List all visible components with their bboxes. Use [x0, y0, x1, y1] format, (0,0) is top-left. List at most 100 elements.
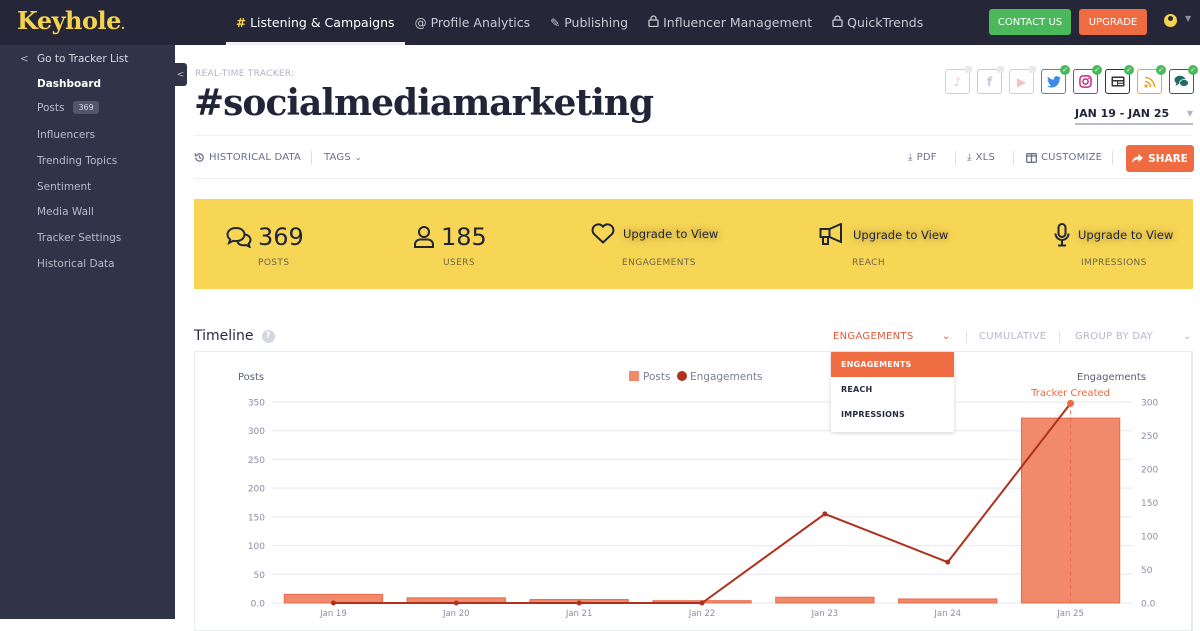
metric-selector[interactable]: ENGAGEMENTS	[833, 331, 913, 342]
chevron-down-icon[interactable]: ⌄	[1183, 331, 1191, 342]
sidebar-item-historical-data[interactable]: Historical Data	[37, 258, 115, 270]
toolbar-separator	[1013, 151, 1014, 165]
microphone-icon	[1054, 223, 1070, 247]
header-divider	[194, 135, 1192, 136]
youtube-icon: ▶	[1016, 74, 1027, 89]
sidebar-item-influencers[interactable]: Influencers	[37, 129, 95, 141]
dropdown-option-engagements[interactable]: ENGAGEMENTS	[831, 352, 954, 377]
tiktok-icon: ♪	[953, 74, 962, 89]
sidebar: < Go to Tracker List Dashboard Posts 369 …	[0, 45, 175, 619]
nav-quicktrends[interactable]: QuickTrends	[822, 0, 933, 45]
control-separator	[1059, 331, 1060, 343]
nav-profile-analytics[interactable]: @ Profile Analytics	[405, 0, 541, 45]
impressions-stat-label: IMPRESSIONS	[1081, 258, 1147, 268]
instagram-icon	[1079, 75, 1092, 88]
engagements-upgrade-text[interactable]: Upgrade to View	[623, 227, 718, 241]
customize-button[interactable]: CUSTOMIZE	[1026, 152, 1102, 163]
group-by-selector[interactable]: GROUP BY DAY	[1075, 331, 1153, 342]
pdf-export-button[interactable]: ⤓ PDF	[908, 152, 937, 163]
share-icon	[1132, 154, 1144, 163]
enabled-check-icon: ✓	[1124, 65, 1134, 75]
rss-network-toggle[interactable]: ✓	[1137, 65, 1166, 94]
top-nav-bar: Keyhole. # Listening & Campaigns @ Profi…	[0, 0, 1200, 45]
cumulative-toggle[interactable]: CUMULATIVE	[979, 331, 1046, 342]
facebook-icon: f	[986, 74, 993, 89]
tags-label: TAGS	[324, 152, 351, 163]
xls-label: XLS	[975, 152, 995, 163]
chevron-left-icon: <	[20, 53, 29, 65]
date-range-selector[interactable]: JAN 19 - JAN 25 ▼	[1075, 103, 1193, 125]
go-to-tracker-list-link[interactable]: < Go to Tracker List	[20, 53, 128, 65]
sidebar-item-tracker-settings[interactable]: Tracker Settings	[37, 232, 121, 244]
dropdown-option-impressions[interactable]: IMPRESSIONS	[831, 402, 954, 427]
reach-upgrade-text[interactable]: Upgrade to View	[853, 228, 948, 242]
sidebar-item-label: Trending Topics	[37, 155, 118, 167]
nav-label: Profile Analytics	[430, 15, 531, 30]
tiktok-network-toggle[interactable]: ♪	[945, 66, 972, 94]
forums-icon	[1174, 75, 1189, 87]
pdf-label: PDF	[916, 152, 937, 163]
share-button[interactable]: SHARE	[1126, 145, 1194, 172]
historical-data-label: HISTORICAL DATA	[209, 152, 302, 163]
timeline-title: Timeline	[194, 328, 254, 344]
users-count-value: 185	[441, 223, 487, 251]
sidebar-item-label: Historical Data	[37, 258, 115, 270]
user-menu-caret-icon[interactable]: ▼	[1185, 14, 1191, 23]
control-separator	[966, 331, 967, 343]
dropdown-option-reach[interactable]: REACH	[831, 377, 954, 402]
tracker-type-label: REAL-TIME TRACKER:	[195, 69, 295, 79]
toolbar-separator	[1112, 151, 1113, 165]
tags-dropdown[interactable]: TAGS ⌄	[324, 152, 362, 163]
historical-data-button[interactable]: HISTORICAL DATA	[194, 152, 301, 163]
rss-icon	[1143, 76, 1155, 88]
nav-influencer-management[interactable]: Influencer Management	[638, 0, 822, 45]
youtube-network-toggle[interactable]: ▶	[1009, 66, 1036, 94]
forums-network-toggle[interactable]: ✓	[1169, 65, 1198, 94]
date-range-value: JAN 19 - JAN 25	[1075, 106, 1170, 120]
posts-count-value: 369	[258, 223, 304, 251]
help-icon[interactable]: ?	[261, 329, 275, 343]
stats-summary-bar: 369 POSTS 185 USERS Upgrade to View ENGA…	[194, 199, 1193, 289]
contact-us-button[interactable]: CONTACT US	[989, 9, 1071, 35]
sidebar-item-posts[interactable]: Posts 369	[37, 101, 99, 114]
impressions-upgrade-text[interactable]: Upgrade to View	[1078, 228, 1173, 242]
columns-icon	[1026, 152, 1037, 163]
sidebar-item-dashboard[interactable]: Dashboard	[37, 78, 101, 90]
nav-label: Listening & Campaigns	[250, 15, 395, 30]
keyhole-logo[interactable]: Keyhole.	[17, 6, 125, 35]
timeline-chart-container	[194, 351, 1193, 631]
toolbar-separator	[311, 151, 312, 165]
news-icon	[1111, 76, 1124, 87]
nav-publishing[interactable]: ✎ Publishing	[540, 0, 638, 45]
instagram-network-toggle[interactable]: ✓	[1073, 65, 1102, 94]
enabled-check-icon: ✓	[1188, 65, 1198, 75]
lock-icon	[965, 66, 972, 73]
nav-label: Influencer Management	[663, 15, 813, 30]
sidebar-item-trending-topics[interactable]: Trending Topics	[37, 155, 117, 167]
download-icon: ⤓	[908, 152, 913, 163]
twitter-network-toggle[interactable]: ✓	[1041, 65, 1070, 94]
customize-label: CUSTOMIZE	[1041, 152, 1103, 163]
chevron-down-icon[interactable]: ⌄	[942, 331, 950, 342]
lock-icon	[832, 15, 843, 30]
lock-icon	[1029, 66, 1036, 73]
sidebar-item-label: Tracker Settings	[37, 232, 122, 244]
sidebar-item-label: Media Wall	[37, 206, 94, 218]
lock-icon	[648, 15, 659, 30]
chat-icon	[226, 226, 252, 248]
download-icon: ⤓	[967, 152, 972, 163]
toolbar-divider	[194, 178, 1192, 179]
user-avatar-icon[interactable]	[1164, 14, 1177, 27]
news-network-toggle[interactable]: ✓	[1105, 65, 1134, 94]
history-icon	[194, 153, 204, 162]
sidebar-item-media-wall[interactable]: Media Wall	[37, 206, 94, 218]
enabled-check-icon: ✓	[1092, 65, 1102, 75]
sidebar-item-sentiment[interactable]: Sentiment	[37, 181, 91, 193]
facebook-network-toggle[interactable]: f	[977, 66, 1004, 94]
nav-listening-campaigns[interactable]: # Listening & Campaigns	[226, 0, 405, 45]
chevron-down-icon: ▼	[1186, 108, 1193, 118]
xls-export-button[interactable]: ⤓ XLS	[967, 152, 995, 163]
sidebar-item-label: Posts	[37, 101, 65, 114]
upgrade-button[interactable]: UPGRADE	[1079, 9, 1147, 35]
enabled-check-icon: ✓	[1060, 65, 1070, 75]
